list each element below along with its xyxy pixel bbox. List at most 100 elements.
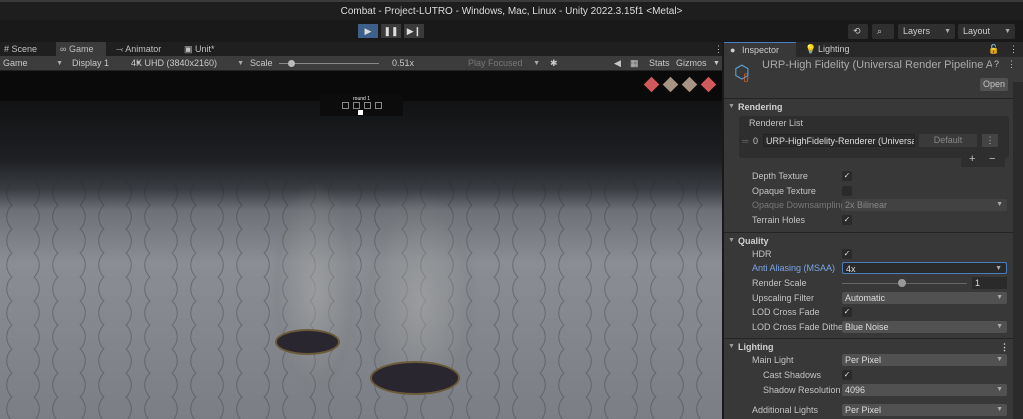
renderer-options-button[interactable]: ⋮ (982, 134, 998, 147)
field-label: LOD Cross Fade (752, 307, 820, 317)
chevron-down-icon: ▼ (995, 265, 1002, 272)
game-mode-label: Game (3, 58, 28, 68)
terrain-holes-row: Terrain Holes ✓ (724, 213, 1013, 227)
round-slot (341, 102, 349, 109)
keyboard-icon[interactable]: ▦ (630, 56, 639, 71)
remove-button[interactable]: − (989, 153, 995, 165)
additional-lights-dropdown[interactable]: Per Pixel ▼ (842, 404, 1007, 416)
unit-base (275, 329, 340, 355)
open-button[interactable]: Open (980, 78, 1008, 91)
lock-icon[interactable]: 🔓 (988, 42, 999, 57)
chevron-down-icon: ▼ (996, 294, 1003, 301)
anti-aliasing-dropdown[interactable]: 4x ▼ (842, 262, 1007, 274)
play-button[interactable]: ▶ (358, 24, 378, 38)
unit-base (370, 361, 460, 395)
tab-unit[interactable]: ▣ Unit* (180, 42, 219, 56)
section-title: Quality (738, 236, 769, 246)
tab-game[interactable]: ∞ Game (56, 42, 106, 56)
game-mode-dropdown[interactable]: Game ▼ (3, 56, 63, 71)
bug-icon[interactable]: ✱ (550, 56, 558, 71)
upscaling-filter-dropdown[interactable]: Automatic ▼ (842, 292, 1007, 304)
render-scale-input[interactable]: 1 (972, 277, 1007, 289)
tab-label: Lighting (818, 44, 850, 54)
terrain-holes-checkbox[interactable]: ✓ (842, 215, 852, 225)
depth-texture-row: Depth Texture ✓ (724, 169, 1013, 183)
chevron-down-icon: ▼ (996, 201, 1003, 208)
tab-inspector[interactable]: ● Inspector (724, 42, 796, 57)
layout-dropdown[interactable]: Layout ▼ (958, 24, 1015, 39)
main-toolbar: ▶ ❚❚ ▶❙ ⟲ ⌕ Layers ▼ Layout ▼ (0, 20, 1023, 42)
gizmos-button[interactable]: Gizmos (676, 56, 707, 71)
history-icon[interactable]: ⟲ (848, 24, 868, 39)
layers-dropdown[interactable]: Layers ▼ (898, 24, 955, 39)
round-label: round 1 (353, 96, 370, 102)
step-button[interactable]: ▶❙ (404, 24, 424, 38)
chevron-down-icon[interactable]: ▼ (713, 56, 720, 71)
field-label: Cast Shadows (763, 370, 822, 380)
help-icon[interactable]: ? (994, 59, 999, 69)
scene-icon: # (4, 44, 10, 54)
mute-audio-icon[interactable]: ◀ (614, 56, 621, 71)
cast-shadows-checkbox[interactable]: ✓ (842, 370, 852, 380)
tab-scene[interactable]: # Scene (0, 42, 41, 56)
hdr-checkbox[interactable]: ✓ (842, 249, 852, 259)
field-label: Additional Lights (752, 405, 819, 415)
section-rendering[interactable]: ▼ Rendering (724, 98, 1013, 114)
display-label: Display 1 (72, 58, 110, 68)
inspector-tabs: ● Inspector 💡 Lighting 🔓 ⋮ (724, 42, 1023, 57)
window-title: Combat - Project-LUTRO - Windows, Mac, L… (0, 0, 1023, 20)
field-label: Anti Aliasing (MSAA) (752, 263, 836, 273)
chevron-down-icon: ▼ (996, 386, 1003, 393)
opaque-texture-checkbox[interactable] (842, 186, 852, 196)
lod-cross-fade-checkbox[interactable]: ✓ (842, 307, 852, 317)
game-viewport[interactable]: round 1 (0, 71, 722, 419)
scale-label: Scale (250, 58, 273, 68)
foldout-triangle-icon: ▼ (728, 103, 735, 110)
upscaling-filter-row: Upscaling Filter Automatic ▼ (724, 291, 1013, 305)
scale-value: 0.51x (392, 58, 415, 68)
scale-slider[interactable] (279, 56, 379, 71)
default-button[interactable]: Default (919, 134, 977, 147)
main-light-dropdown[interactable]: Per Pixel ▼ (842, 354, 1007, 366)
tab-lighting[interactable]: 💡 Lighting (800, 42, 850, 57)
render-scale-row: Render Scale 1 (724, 276, 1013, 290)
list-add-remove: + − (961, 152, 1005, 167)
render-scale-slider-handle[interactable] (898, 279, 906, 287)
shadow-resolution-row: Shadow Resolution 4096 ▼ (724, 383, 1013, 397)
renderer-object-field[interactable]: URP-HighFidelity-Renderer (Universal Ren… (763, 134, 915, 147)
gamepad-icon: ∞ (60, 44, 67, 54)
stats-button[interactable]: Stats (649, 56, 670, 71)
tab-label: Inspector (742, 45, 780, 55)
renderer-index: 0 (753, 136, 759, 146)
cast-shadows-row: Cast Shadows ✓ (724, 368, 1013, 382)
inspector-panel: ● Inspector 💡 Lighting 🔓 ⋮ ⬡{} URP-High Fi… (724, 42, 1023, 419)
depth-texture-checkbox[interactable]: ✓ (842, 171, 852, 181)
play-focused-label: Play Focused (468, 58, 523, 68)
more-menu-icon[interactable]: ⋮ (1009, 42, 1018, 57)
section-lighting[interactable]: ▼ Lighting ⋮ (724, 338, 1013, 354)
tab-label: Unit* (195, 44, 215, 54)
prefab-icon: ▣ (184, 44, 193, 54)
search-icon[interactable]: ⌕ (872, 24, 894, 39)
resolution-label: 4K UHD (3840x2160) (131, 58, 218, 68)
field-label: Opaque Texture (752, 186, 816, 196)
animator-icon: ⤙ (116, 44, 124, 54)
scrollbar[interactable] (1013, 82, 1023, 419)
scale-slider-handle[interactable] (288, 60, 296, 67)
renderer-list-label: Renderer List (749, 118, 804, 128)
game-toolbar: Game ▼ Display 1 ▼ 4K UHD (3840x2160) ▼ Sca… (0, 56, 722, 71)
play-focused-dropdown[interactable]: Play Focused ▼ (468, 56, 540, 71)
add-button[interactable]: + (969, 153, 975, 165)
drag-handle[interactable]: ═ (742, 136, 748, 146)
tab-animator[interactable]: ⤙ Animator (112, 42, 165, 56)
lod-dither-dropdown[interactable]: Blue Noise ▼ (842, 321, 1007, 333)
field-label: Upscaling Filter (752, 293, 815, 303)
opaque-downsampling-dropdown[interactable]: 2x Bilinear ▼ (842, 199, 1007, 211)
section-quality[interactable]: ▼ Quality (724, 232, 1013, 248)
resolution-dropdown[interactable]: 4K UHD (3840x2160) ▼ (131, 56, 244, 71)
lod-dither-row: LOD Cross Fade Dither Blue Noise ▼ (724, 320, 1013, 334)
pause-button[interactable]: ❚❚ (381, 24, 401, 38)
section-title: Lighting (738, 342, 774, 352)
shadow-resolution-dropdown[interactable]: 4096 ▼ (842, 384, 1007, 396)
more-menu-icon[interactable]: ⋮ (1007, 59, 1016, 70)
